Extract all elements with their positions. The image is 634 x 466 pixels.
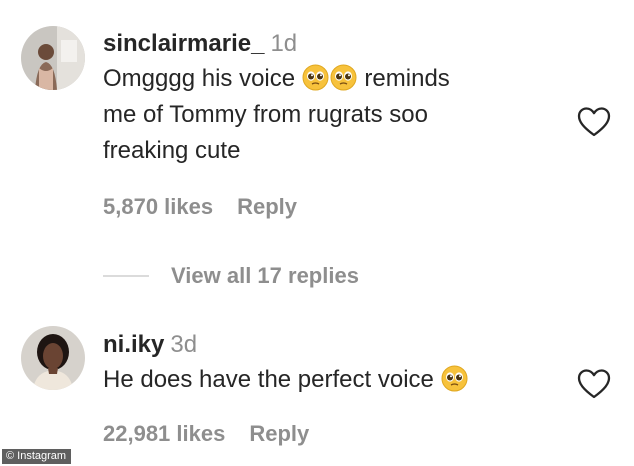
avatar[interactable]	[21, 26, 85, 90]
reply-button[interactable]: Reply	[249, 421, 309, 446]
like-heart-icon[interactable]	[577, 106, 611, 138]
comment-text-part: Omgggg his voice	[103, 65, 302, 92]
view-replies-button[interactable]: View all 17 replies	[103, 261, 359, 291]
comment-likes-count[interactable]: 22,981 likes	[103, 421, 225, 446]
pleading-face-emoji-icon	[441, 365, 468, 392]
avatar-image	[21, 26, 85, 90]
pleading-face-emoji-icon	[330, 64, 357, 91]
view-replies-divider	[103, 275, 149, 277]
reply-button[interactable]: Reply	[237, 194, 297, 219]
instagram-watermark: © Instagram	[2, 449, 72, 464]
comment-username[interactable]: sinclairmarie_	[103, 30, 264, 57]
comment-timestamp[interactable]: 1d	[270, 30, 297, 57]
like-heart-icon[interactable]	[577, 368, 611, 400]
comment-text-part: He does have the perfect voice	[103, 366, 441, 393]
comment-text-part: reminds	[357, 65, 450, 92]
avatar-image	[21, 326, 85, 390]
comment-text-part: freaking cute	[103, 137, 241, 164]
avatar[interactable]	[21, 326, 85, 390]
comment-likes-count[interactable]: 5,870 likes	[103, 194, 213, 219]
comment-timestamp[interactable]: 3d	[170, 331, 197, 358]
comment-username[interactable]: ni.iky	[103, 331, 164, 358]
comment-text: Omgggg his voice reminds me of Tommy fro…	[103, 61, 553, 169]
view-replies-label: View all 17 replies	[171, 263, 359, 288]
pleading-face-emoji-icon	[302, 64, 329, 91]
comment-text: He does have the perfect voice	[103, 362, 553, 398]
comment-text-part: me of Tommy from rugrats soo	[103, 101, 428, 128]
